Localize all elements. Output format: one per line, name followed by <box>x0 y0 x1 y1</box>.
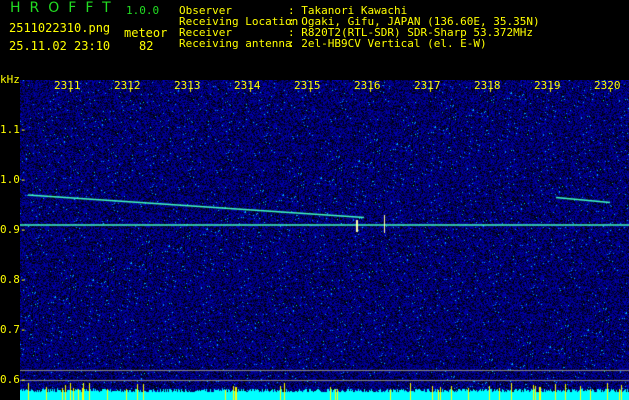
app-version: 1.0.0 <box>126 4 160 17</box>
x-tick-label: 2319 <box>534 79 561 92</box>
x-tick-label: 2315 <box>294 79 321 92</box>
y-axis-label: kHz <box>0 73 20 86</box>
y-tick-label: 0.7- <box>0 323 27 336</box>
x-tick-label: 2320 <box>594 79 621 92</box>
x-tick-label: 2316 <box>354 79 381 92</box>
file-datetime: 25.11.02 23:10 <box>9 39 111 53</box>
x-tick-label: 2317 <box>414 79 441 92</box>
y-tick-label: 0.8- <box>0 273 27 286</box>
info-label: Receiving antenna <box>179 37 292 50</box>
x-tick-label: 2311 <box>54 79 81 92</box>
x-tick-label: 2313 <box>174 79 201 92</box>
y-tick-label: 1.1- <box>0 123 27 136</box>
x-tick-label: 2314 <box>234 79 261 92</box>
file-name: 2511022310.png <box>9 21 111 35</box>
x-tick-label: 2312 <box>114 79 141 92</box>
spectrogram <box>20 80 629 400</box>
meteor-count: 82 <box>139 39 154 53</box>
y-tick-label: 0.9- <box>0 223 27 236</box>
y-tick-label: 0.6- <box>0 373 27 386</box>
info-value: : 2el-HB9CV Vertical (el. E-W) <box>288 37 487 50</box>
y-tick-label: 1.0- <box>0 173 27 186</box>
meteor-label: meteor <box>124 26 168 40</box>
app-title: HROFFT <box>10 0 120 16</box>
x-tick-label: 2318 <box>474 79 501 92</box>
